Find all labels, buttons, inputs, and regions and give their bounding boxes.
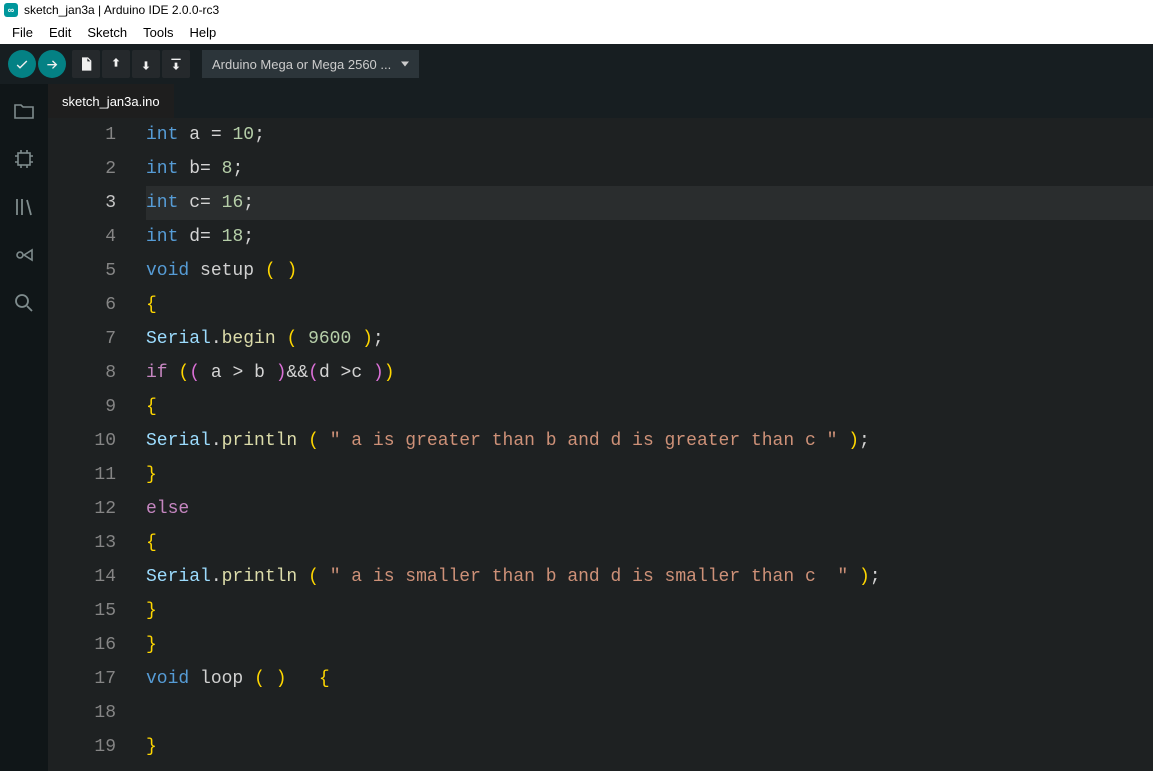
code-line[interactable]: } <box>146 628 1153 662</box>
new-sketch-button[interactable] <box>72 50 100 78</box>
line-number: 7 <box>48 322 116 356</box>
line-number: 5 <box>48 254 116 288</box>
menubar: File Edit Sketch Tools Help <box>0 20 1153 44</box>
arrow-right-icon <box>44 56 60 72</box>
sidebar-library-manager[interactable] <box>9 192 39 222</box>
line-number: 10 <box>48 424 116 458</box>
check-icon <box>14 56 30 72</box>
board-selector-label: Arduino Mega or Mega 2560 ... <box>212 57 391 72</box>
window-title: sketch_jan3a | Arduino IDE 2.0.0-rc3 <box>24 3 219 17</box>
code-line[interactable]: void loop ( ) { <box>146 662 1153 696</box>
line-number: 3 <box>48 186 116 220</box>
menu-file[interactable]: File <box>4 23 41 42</box>
editor-area: sketch_jan3a.ino 12345678910111213141516… <box>48 84 1153 771</box>
save-sketch-button[interactable] <box>132 50 160 78</box>
file-icon <box>78 56 94 72</box>
code-content[interactable]: int a = 10;int b= 8;int c= 16;int d= 18;… <box>138 118 1153 771</box>
code-line[interactable]: else <box>146 492 1153 526</box>
tab-label: sketch_jan3a.ino <box>62 94 160 109</box>
main-area: sketch_jan3a.ino 12345678910111213141516… <box>0 84 1153 771</box>
code-line[interactable]: void setup ( ) <box>146 254 1153 288</box>
line-number: 19 <box>48 730 116 764</box>
window-titlebar: ∞ sketch_jan3a | Arduino IDE 2.0.0-rc3 <box>0 0 1153 20</box>
line-number: 4 <box>48 220 116 254</box>
menu-sketch[interactable]: Sketch <box>79 23 135 42</box>
arrow-down-icon <box>138 56 154 72</box>
code-line[interactable]: { <box>146 390 1153 424</box>
line-number: 15 <box>48 594 116 628</box>
code-line[interactable]: } <box>146 458 1153 492</box>
code-editor[interactable]: 12345678910111213141516171819 int a = 10… <box>48 118 1153 771</box>
sidebar-debug[interactable] <box>9 240 39 270</box>
library-icon <box>12 195 36 219</box>
line-number: 6 <box>48 288 116 322</box>
code-line[interactable]: Serial.begin ( 9600 ); <box>146 322 1153 356</box>
line-number: 12 <box>48 492 116 526</box>
code-line[interactable]: int a = 10; <box>146 118 1153 152</box>
line-number: 18 <box>48 696 116 730</box>
search-icon <box>12 291 36 315</box>
code-line[interactable]: } <box>146 594 1153 628</box>
code-line[interactable]: if (( a > b )&&(d >c )) <box>146 356 1153 390</box>
line-number: 9 <box>48 390 116 424</box>
upload-button[interactable] <box>38 50 66 78</box>
line-number: 2 <box>48 152 116 186</box>
code-line[interactable]: { <box>146 288 1153 322</box>
serial-monitor-button[interactable] <box>162 50 190 78</box>
sidebar-explorer[interactable] <box>9 96 39 126</box>
line-number: 8 <box>48 356 116 390</box>
folder-up-icon <box>108 56 124 72</box>
code-line[interactable]: Serial.println ( " a is smaller than b a… <box>146 560 1153 594</box>
line-number-gutter: 12345678910111213141516171819 <box>48 118 138 771</box>
board-selector[interactable]: Arduino Mega or Mega 2560 ... <box>202 50 419 78</box>
download-board-icon <box>168 56 184 72</box>
code-line[interactable]: int c= 16; <box>146 186 1153 220</box>
code-line[interactable]: int b= 8; <box>146 152 1153 186</box>
verify-button[interactable] <box>8 50 36 78</box>
open-sketch-button[interactable] <box>102 50 130 78</box>
line-number: 13 <box>48 526 116 560</box>
debug-icon <box>12 243 36 267</box>
code-line[interactable] <box>146 696 1153 730</box>
toolbar: Arduino Mega or Mega 2560 ... <box>0 44 1153 84</box>
line-number: 1 <box>48 118 116 152</box>
code-line[interactable]: int d= 18; <box>146 220 1153 254</box>
folder-icon <box>12 99 36 123</box>
line-number: 14 <box>48 560 116 594</box>
arduino-app-icon: ∞ <box>4 3 18 17</box>
menu-help[interactable]: Help <box>181 23 224 42</box>
code-line[interactable]: Serial.println ( " a is greater than b a… <box>146 424 1153 458</box>
chip-icon <box>12 147 36 171</box>
line-number: 11 <box>48 458 116 492</box>
line-number: 16 <box>48 628 116 662</box>
activity-bar <box>0 84 48 771</box>
editor-tabs: sketch_jan3a.ino <box>48 84 1153 118</box>
menu-tools[interactable]: Tools <box>135 23 181 42</box>
code-line[interactable]: } <box>146 730 1153 764</box>
sidebar-boards-manager[interactable] <box>9 144 39 174</box>
tab-sketch[interactable]: sketch_jan3a.ino <box>48 84 174 118</box>
menu-edit[interactable]: Edit <box>41 23 79 42</box>
code-line[interactable]: { <box>146 526 1153 560</box>
sidebar-search[interactable] <box>9 288 39 318</box>
line-number: 17 <box>48 662 116 696</box>
